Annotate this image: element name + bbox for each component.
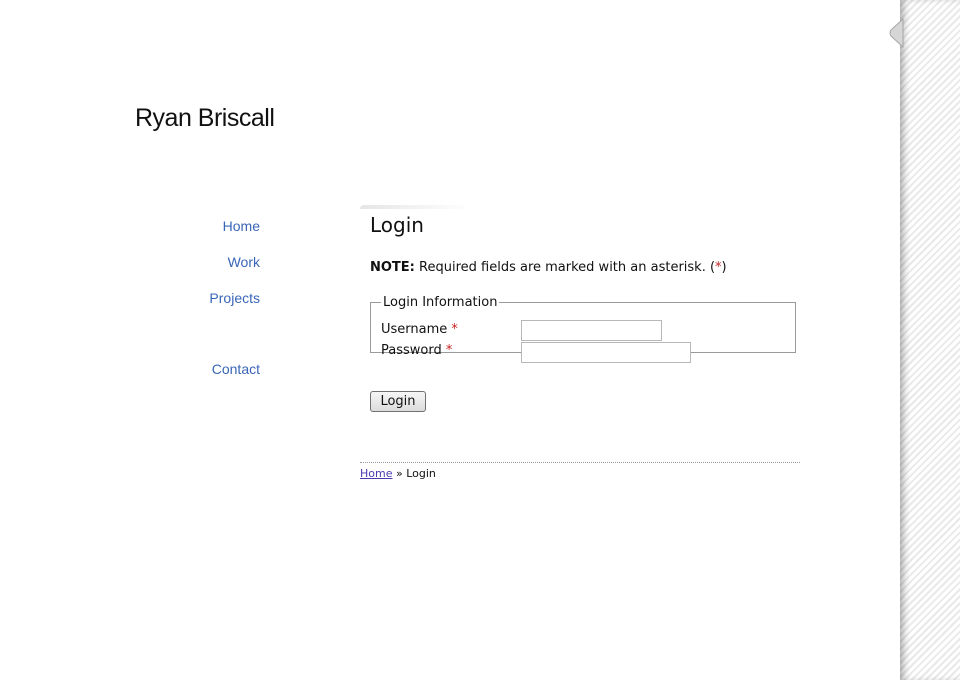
breadcrumb-home-link[interactable]: Home <box>360 467 392 480</box>
nav-link-home[interactable]: Home <box>223 218 260 234</box>
password-label: Password * <box>381 343 452 358</box>
note-text: Required fields are marked with an aster… <box>419 260 716 275</box>
content-corner-shadow <box>360 205 470 209</box>
login-button[interactable]: Login <box>370 391 426 412</box>
site-title: Ryan Briscall <box>135 104 275 132</box>
required-fields-note: NOTE: Required fields are marked with an… <box>370 260 727 275</box>
nav-link-projects[interactable]: Projects <box>209 290 260 306</box>
password-label-text: Password <box>381 343 442 358</box>
page-title: Login <box>370 213 424 237</box>
username-label: Username * <box>381 322 458 337</box>
breadcrumb: Home » Login <box>360 462 800 480</box>
breadcrumb-current: Login <box>406 467 436 480</box>
password-field[interactable] <box>521 342 691 363</box>
fieldset-legend: Login Information <box>383 295 498 310</box>
nav-link-work[interactable]: Work <box>228 254 260 270</box>
username-label-text: Username <box>381 322 448 337</box>
password-required-mark: * <box>445 343 453 358</box>
note-close-paren: ) <box>721 260 727 275</box>
note-label: NOTE: <box>370 260 415 275</box>
username-field[interactable] <box>521 320 662 341</box>
side-panel <box>900 0 960 680</box>
username-required-mark: * <box>451 322 458 337</box>
nav-link-contact[interactable]: Contact <box>212 361 260 377</box>
breadcrumb-separator: » <box>395 467 403 480</box>
login-information-fieldset: Login Information Username * Password * <box>370 295 796 363</box>
collapse-arrow-icon[interactable] <box>889 17 905 49</box>
